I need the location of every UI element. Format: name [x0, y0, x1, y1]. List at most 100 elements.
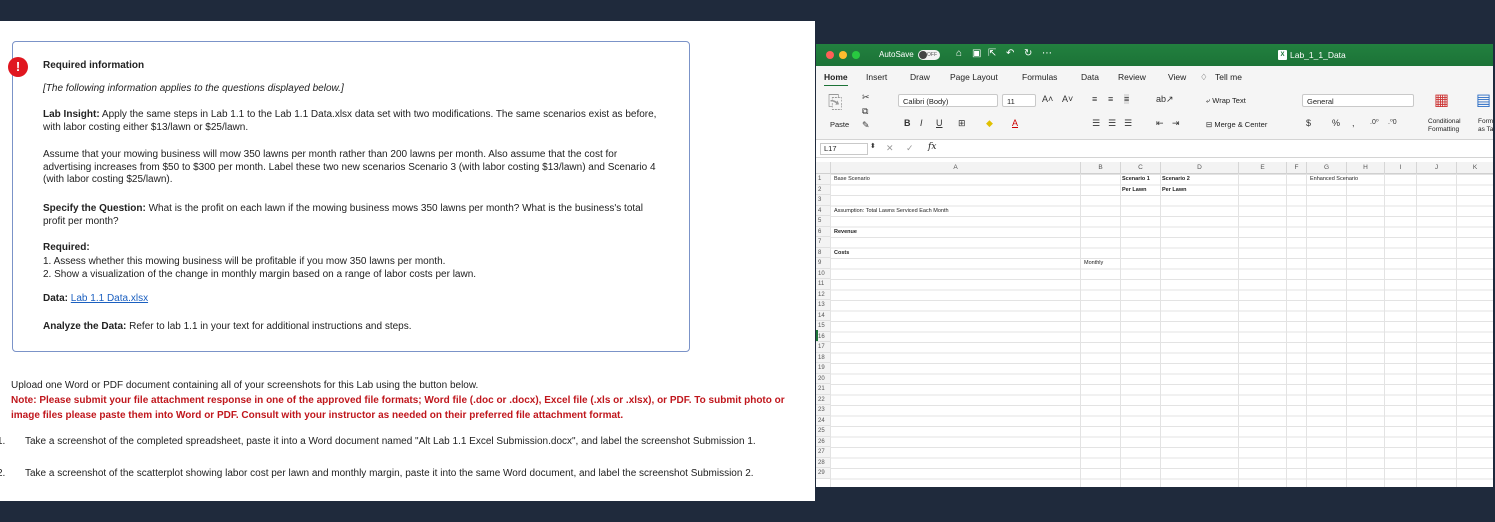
row-header[interactable]: 8 — [816, 247, 830, 258]
increase-indent-icon[interactable]: ⇥ — [1172, 118, 1180, 129]
zoom-window-button[interactable] — [852, 51, 860, 59]
column-header[interactable]: B — [1080, 162, 1120, 174]
tab-view[interactable]: View — [1168, 72, 1186, 82]
wrap-text-button[interactable]: ⤶ Wrap Text — [1206, 96, 1246, 106]
align-top-icon[interactable]: ≡ — [1092, 94, 1097, 104]
row-header[interactable]: 26 — [816, 436, 830, 447]
column-header[interactable]: I — [1384, 162, 1416, 174]
tab-draw[interactable]: Draw — [910, 72, 930, 82]
font-name-select[interactable]: Calibri (Body) — [898, 94, 998, 107]
row-header[interactable]: 22 — [816, 394, 830, 405]
row-header[interactable]: 18 — [816, 352, 830, 363]
paste-label[interactable]: Paste — [830, 120, 849, 129]
increase-decimal-icon[interactable]: .0⁰ — [1370, 118, 1379, 126]
cell-c1[interactable]: Scenario 1 — [1122, 174, 1150, 185]
currency-icon[interactable]: $ — [1306, 118, 1311, 128]
increase-font-icon[interactable]: A˄ — [1042, 94, 1053, 104]
column-header[interactable]: H — [1346, 162, 1384, 174]
autosave-toggle[interactable]: OFF — [918, 50, 940, 60]
tell-me-field[interactable]: Tell me — [1215, 72, 1242, 82]
row-header[interactable]: 14 — [816, 310, 830, 321]
cell-g1[interactable]: Enhanced Scenario — [1310, 174, 1358, 185]
italic-button[interactable]: I — [920, 118, 923, 128]
more-icon[interactable]: ⋯ — [1042, 48, 1052, 59]
row-header[interactable]: 25 — [816, 426, 830, 437]
name-box[interactable]: L17 — [820, 143, 868, 155]
cell-d2[interactable]: Per Lawn — [1162, 185, 1186, 196]
row-header[interactable]: 6 — [816, 226, 830, 237]
cell-a6[interactable]: Revenue — [834, 227, 857, 238]
cell-a8[interactable]: Costs — [834, 248, 849, 259]
row-header[interactable]: 29 — [816, 468, 830, 479]
number-format-select[interactable]: General — [1302, 94, 1414, 107]
share-icon[interactable]: ⇱ — [988, 48, 996, 59]
cell-a1[interactable]: Base Scenario — [834, 174, 870, 185]
row-header[interactable]: 19 — [816, 363, 830, 374]
row-header[interactable]: 23 — [816, 405, 830, 416]
conditional-formatting-icon[interactable]: ▦ — [1434, 90, 1449, 110]
row-header[interactable]: 15 — [816, 321, 830, 332]
column-header[interactable]: G — [1306, 162, 1346, 174]
column-header[interactable]: E — [1238, 162, 1286, 174]
row-header[interactable]: 1 — [816, 174, 830, 185]
align-left-icon[interactable]: ☰ — [1092, 118, 1100, 129]
row-header[interactable]: 16 — [816, 331, 830, 342]
percent-icon[interactable]: % — [1332, 118, 1340, 128]
column-header[interactable]: K — [1456, 162, 1493, 174]
align-bottom-icon[interactable]: ≡ — [1124, 94, 1130, 104]
tab-insert[interactable]: Insert — [866, 72, 887, 82]
redo-icon[interactable]: ↻ — [1024, 48, 1032, 59]
minimize-window-button[interactable] — [839, 51, 847, 59]
row-header[interactable]: 20 — [816, 373, 830, 384]
cell-c2[interactable]: Per Lawn — [1122, 185, 1146, 196]
cut-icon[interactable]: ✂ — [862, 92, 870, 103]
column-header[interactable]: J — [1416, 162, 1456, 174]
cell-area[interactable]: Base Scenario Scenario 1 Scenario 2 Enha… — [830, 174, 1493, 487]
row-header[interactable]: 7 — [816, 237, 830, 248]
tab-page-layout[interactable]: Page Layout — [950, 72, 998, 82]
decrease-indent-icon[interactable]: ⇤ — [1156, 118, 1164, 129]
tab-formulas[interactable]: Formulas — [1022, 72, 1057, 82]
worksheet-grid[interactable]: A B C D E F G H I J K 1 2 3 4 5 6 7 8 9 10 11 12 13 1… — [816, 162, 1493, 487]
align-center-icon[interactable]: ☰ — [1108, 118, 1116, 129]
cell-a4[interactable]: Assumption: Total Lawns Serviced Each Mo… — [834, 206, 949, 217]
column-header[interactable]: D — [1160, 162, 1238, 174]
copy-icon[interactable]: ⧉ — [862, 106, 868, 117]
row-header[interactable]: 17 — [816, 342, 830, 353]
row-header[interactable]: 5 — [816, 216, 830, 227]
save-icon[interactable]: ▣ — [972, 48, 981, 59]
format-as-table-label[interactable]: Form as Ta — [1478, 118, 1493, 134]
align-right-icon[interactable]: ☰ — [1124, 118, 1132, 129]
borders-icon[interactable]: ⊞ — [958, 118, 966, 129]
row-header[interactable]: 9 — [816, 258, 830, 269]
cancel-icon[interactable]: ✕ — [886, 143, 894, 154]
comma-icon[interactable]: , — [1352, 118, 1355, 128]
row-header[interactable]: 4 — [816, 205, 830, 216]
home-icon[interactable]: ⌂ — [956, 48, 962, 59]
column-header[interactable]: A — [830, 162, 1080, 174]
close-window-button[interactable] — [826, 51, 834, 59]
underline-button[interactable]: U — [936, 118, 943, 128]
font-color-icon[interactable]: A — [1012, 118, 1018, 128]
row-header[interactable]: 12 — [816, 289, 830, 300]
row-header[interactable]: 2 — [816, 184, 830, 195]
row-header[interactable]: 21 — [816, 384, 830, 395]
fill-color-icon[interactable]: ◆ — [986, 118, 993, 129]
row-header[interactable]: 10 — [816, 268, 830, 279]
cell-d1[interactable]: Scenario 2 — [1162, 174, 1190, 185]
row-header[interactable]: 24 — [816, 415, 830, 426]
align-middle-icon[interactable]: ≡ — [1108, 94, 1113, 104]
row-header[interactable]: 13 — [816, 300, 830, 311]
row-header[interactable]: 27 — [816, 447, 830, 458]
enter-icon[interactable]: ✓ — [906, 143, 914, 154]
row-header[interactable]: 3 — [816, 195, 830, 206]
undo-icon[interactable]: ↶ — [1006, 48, 1014, 59]
conditional-formatting-label[interactable]: Conditional Formatting — [1428, 118, 1472, 134]
cell-b9[interactable]: Monthly — [1084, 258, 1103, 269]
format-painter-icon[interactable]: ✎ — [862, 120, 870, 131]
paste-icon[interactable]: ⎘ — [828, 92, 842, 113]
tab-review[interactable]: Review — [1118, 72, 1146, 82]
bold-button[interactable]: B — [904, 118, 911, 128]
row-header[interactable]: 11 — [816, 279, 830, 290]
name-box-stepper-icon[interactable]: ⬍ — [870, 142, 876, 150]
